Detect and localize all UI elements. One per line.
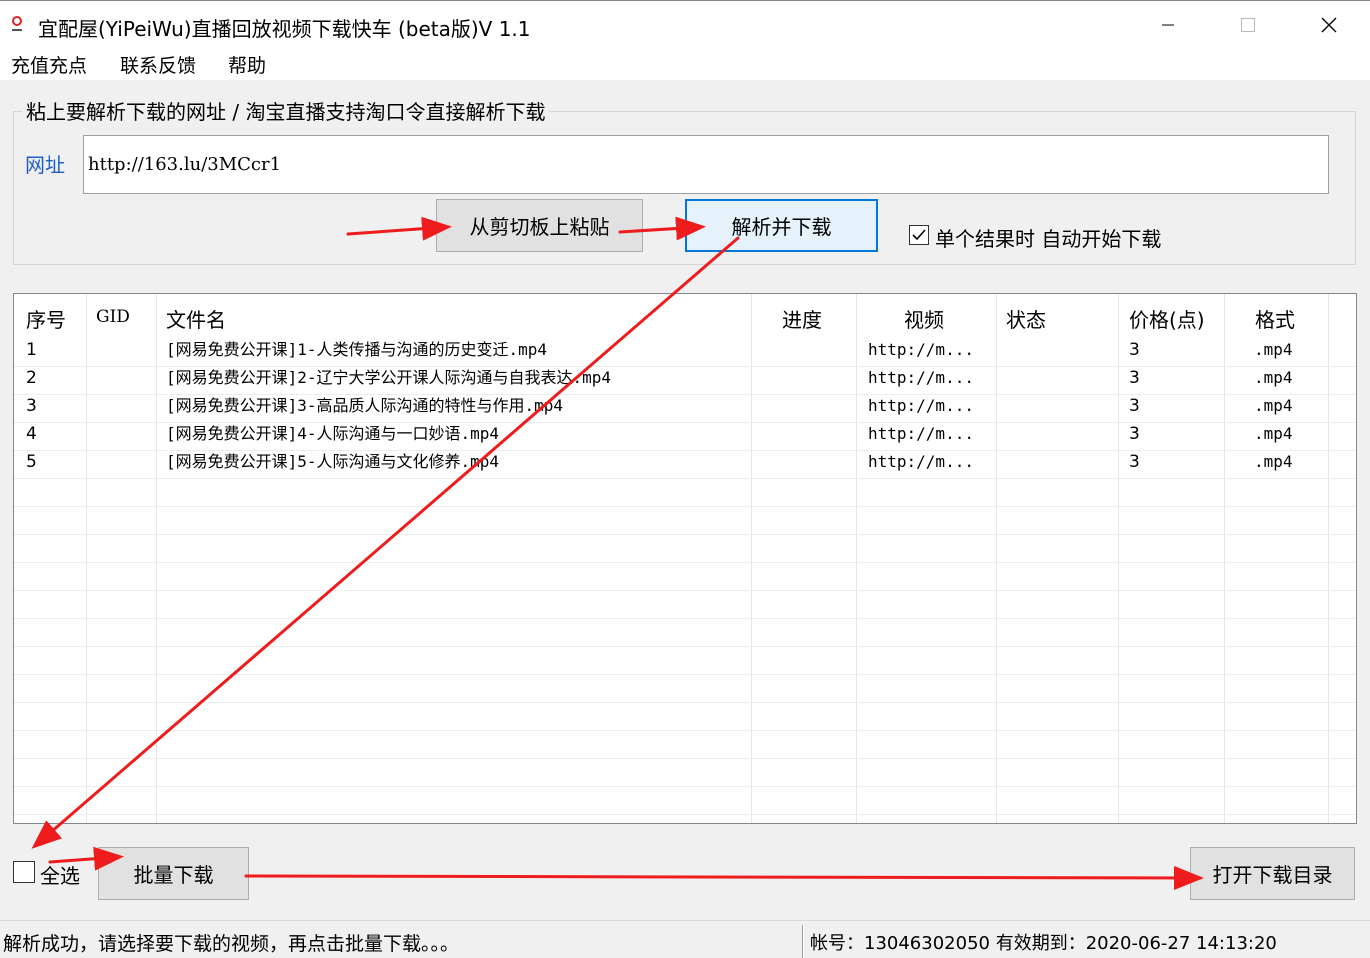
- cell-index: 3: [26, 396, 37, 416]
- header-index[interactable]: 序号: [26, 304, 66, 333]
- account-info: 帐号：13046302050 有效期到：2020-06-27 14:13:20: [810, 933, 1277, 954]
- header-status[interactable]: 状态: [1006, 304, 1046, 333]
- cell-video: http://m...: [868, 368, 974, 387]
- menu-feedback[interactable]: 联系反馈: [120, 51, 196, 78]
- open-download-folder-button[interactable]: 打开下载目录: [1190, 847, 1355, 900]
- close-button[interactable]: [1289, 1, 1369, 49]
- cell-price: 3: [1129, 368, 1140, 388]
- header-progress[interactable]: 进度: [782, 304, 822, 333]
- maximize-button[interactable]: [1208, 1, 1288, 49]
- cell-format: .mp4: [1254, 452, 1293, 471]
- auto-download-label: 单个结果时 自动开始下载: [935, 227, 1162, 251]
- cell-video: http://m...: [868, 424, 974, 443]
- cell-filename: [网易免费公开课]1-人类传播与沟通的历史变迁.mp4: [166, 340, 548, 359]
- cell-price: 3: [1129, 396, 1140, 416]
- cell-filename: [网易免费公开课]4-人际沟通与一口妙语.mp4: [166, 424, 500, 443]
- status-separator: [802, 925, 804, 958]
- cell-video: http://m...: [868, 396, 974, 415]
- cell-index: 2: [26, 368, 37, 388]
- video-list-table[interactable]: 序号 GID 文件名 进度 视频 状态 价格(点) 格式 1 [网易免费公开课]1…: [13, 293, 1357, 824]
- paste-from-clipboard-button[interactable]: 从剪切板上粘贴: [436, 199, 643, 252]
- window-title: 宜配屋(YiPeiWu)直播回放视频下载快车 (beta版)V 1.1: [38, 17, 531, 41]
- cell-index: 1: [26, 340, 37, 360]
- header-video[interactable]: 视频: [904, 304, 944, 333]
- app-logo-icon: [12, 16, 22, 31]
- header-filename[interactable]: 文件名: [166, 304, 226, 333]
- cell-video: http://m...: [868, 452, 974, 471]
- title-bar: 宜配屋(YiPeiWu)直播回放视频下载快车 (beta版)V 1.1: [0, 0, 1370, 48]
- cell-filename: [网易免费公开课]2-辽宁大学公开课人际沟通与自我表达.mp4: [166, 368, 612, 387]
- parse-and-download-button[interactable]: 解析并下载: [685, 199, 878, 252]
- cell-filename: [网易免费公开课]5-人际沟通与文化修养.mp4: [166, 452, 500, 471]
- maximize-icon: [1241, 18, 1255, 32]
- status-message: 解析成功，请选择要下载的视频，再点击批量下载。。。: [3, 933, 460, 955]
- group-legend: 粘上要解析下载的网址 / 淘宝直播支持淘口令直接解析下载: [22, 96, 550, 125]
- minimize-button[interactable]: [1128, 1, 1208, 49]
- cell-price: 3: [1129, 452, 1140, 472]
- menu-recharge[interactable]: 充值充点: [11, 51, 87, 78]
- cell-format: .mp4: [1254, 340, 1293, 359]
- url-input[interactable]: [83, 135, 1329, 194]
- cell-index: 4: [26, 424, 37, 444]
- cell-format: .mp4: [1254, 368, 1293, 387]
- status-bar: 解析成功，请选择要下载的视频，再点击批量下载。。。 帐号：13046302050…: [0, 920, 1370, 958]
- cell-filename: [网易免费公开课]3-高品质人际沟通的特性与作用.mp4: [166, 396, 564, 415]
- cell-index: 5: [26, 452, 37, 472]
- minimize-icon: [1162, 24, 1174, 26]
- cell-format: .mp4: [1254, 396, 1293, 415]
- header-price[interactable]: 价格(点): [1129, 304, 1205, 333]
- close-icon: [1321, 17, 1337, 33]
- auto-download-checkbox[interactable]: [909, 225, 929, 245]
- cell-price: 3: [1129, 340, 1140, 360]
- header-format[interactable]: 格式: [1255, 304, 1295, 333]
- menu-bar: 充值充点 联系反馈 帮助: [0, 48, 1370, 80]
- arrow-to-open-folder: [244, 865, 1204, 890]
- cell-video: http://m...: [868, 340, 974, 359]
- batch-download-button[interactable]: 批量下载: [98, 847, 249, 900]
- cell-format: .mp4: [1254, 424, 1293, 443]
- header-gid[interactable]: GID: [96, 307, 130, 327]
- select-all-label: 全选: [40, 864, 80, 888]
- url-label: 网址: [25, 153, 65, 177]
- select-all-checkbox[interactable]: [13, 861, 35, 883]
- checkmark-icon: [912, 229, 926, 241]
- cell-price: 3: [1129, 424, 1140, 444]
- menu-help[interactable]: 帮助: [228, 51, 266, 78]
